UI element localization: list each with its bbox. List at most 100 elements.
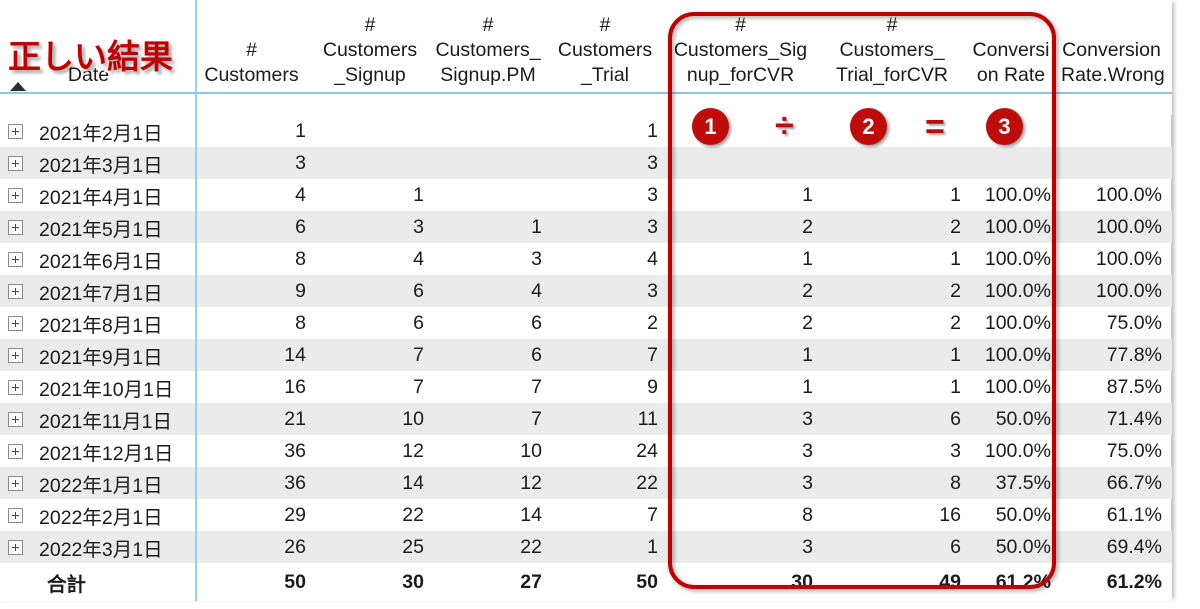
expand-row-icon[interactable] (8, 315, 23, 331)
total-signup-forcvr: 30 (668, 563, 823, 601)
cell-date-label: 2022年2月1日 (39, 506, 163, 529)
expand-row-icon[interactable] (8, 155, 23, 171)
cell-signup-pm: 3 (531, 247, 542, 270)
expand-row-icon[interactable] (8, 539, 23, 555)
cell-signup-forcvr: 3 (668, 531, 823, 563)
cell-date[interactable]: 2021年6月1日 (0, 243, 197, 275)
cell-date[interactable]: 2021年7月1日 (0, 275, 197, 307)
annotation-spacer-cells (196, 93, 1172, 115)
cell-date[interactable]: 2021年9月1日 (0, 339, 197, 371)
cell-signup-forcvr: 3 (802, 439, 813, 462)
total-trial: 50 (552, 563, 668, 601)
cell-signup (316, 147, 434, 179)
cell-trial: 7 (552, 339, 668, 371)
expand-row-icon[interactable] (8, 347, 23, 363)
cell-trial: 1 (552, 531, 668, 563)
cell-signup-forcvr: 1 (802, 183, 813, 206)
cell-date[interactable]: 2021年8月1日 (0, 307, 197, 339)
table-row[interactable]: 2021年3月1日 3 3 (0, 147, 1172, 179)
expand-row-icon[interactable] (8, 475, 23, 491)
cell-date-label: 2021年8月1日 (39, 314, 163, 337)
table-row[interactable]: 2021年6月1日 8 4 3 4 1 1 100.0% 100.0% (0, 243, 1172, 275)
cell-date[interactable]: 2021年12月1日 (0, 435, 197, 467)
cell-signup-forcvr: 3 (668, 467, 823, 499)
table-row[interactable]: 2021年10月1日 16 7 7 9 1 1 100.0% 87.5% (0, 371, 1172, 403)
column-header-conversion-rate[interactable]: Conversi on Rate (971, 0, 1061, 94)
cell-signup-forcvr: 2 (668, 211, 823, 243)
cell-date[interactable]: 2021年11月1日 (0, 403, 197, 435)
cell-date[interactable]: 2022年1月1日 (0, 467, 197, 499)
table-row[interactable]: 2021年7月1日 9 6 4 3 2 2 100.0% 100.0% (0, 275, 1172, 307)
cell-date[interactable]: 2022年3月1日 (0, 531, 197, 563)
expand-row-icon[interactable] (8, 443, 23, 459)
expand-row-icon[interactable] (8, 251, 23, 267)
cell-signup-pm: 6 (434, 339, 552, 371)
cell-date[interactable]: 2021年5月1日 (0, 211, 197, 243)
cell-date[interactable]: 2022年2月1日 (0, 499, 197, 531)
table-row[interactable]: 2022年2月1日 29 22 14 7 8 16 50.0% 61.1% (0, 499, 1172, 531)
expand-row-icon[interactable] (8, 507, 23, 523)
header-row: Date # Customers # Customers _Signup # C… (0, 0, 1172, 94)
table-row[interactable]: 2021年4月1日 4 1 3 1 1 100.0% 100.0% (0, 179, 1172, 211)
expand-row-icon[interactable] (8, 283, 23, 299)
divide-icon: ÷ (775, 107, 794, 145)
cell-conversion-rate: 100.0% (971, 339, 1061, 371)
cell-date-label: 2022年3月1日 (39, 538, 163, 561)
cell-customers: 9 (196, 275, 316, 307)
cell-signup: 22 (402, 503, 424, 526)
cell-signup-pm: 7 (531, 375, 542, 398)
annotation-badge-3: 3 (986, 108, 1023, 145)
expand-row-icon[interactable] (8, 379, 23, 395)
table-row[interactable]: 2021年9月1日 14 7 6 7 1 1 100.0% 77.8% (0, 339, 1172, 371)
cell-conversion-rate: 100.0% (984, 247, 1051, 270)
cell-trial: 9 (647, 375, 658, 398)
column-header-customers-signup[interactable]: # Customers _Signup (316, 0, 434, 94)
column-header-conversion-rate-wrong[interactable]: Conversion Rate.Wrong (1061, 0, 1172, 94)
column-header-customers-signup-pm[interactable]: # Customers_ Signup.PM (434, 0, 552, 94)
column-header-customers-trial[interactable]: # Customers _Trial (552, 0, 668, 94)
sort-ascending-icon[interactable] (10, 82, 26, 91)
cell-date[interactable]: 2021年10月1日 (0, 371, 197, 403)
cell-trial-forcvr: 2 (823, 275, 971, 307)
table-row[interactable]: 2022年1月1日 36 14 12 22 3 8 37.5% 66.7% (0, 467, 1172, 499)
total-conversion-rate: 61.2% (971, 563, 1061, 601)
cell-customers: 1 (295, 119, 306, 142)
cell-conversion-rate: 100.0% (984, 183, 1051, 206)
cell-customers: 26 (196, 531, 316, 563)
table-row[interactable]: 2021年8月1日 8 6 6 2 2 2 100.0% 75.0% (0, 307, 1172, 339)
table-row[interactable]: 2021年12月1日 36 12 10 24 3 3 100.0% 75.0% (0, 435, 1172, 467)
cell-customers: 16 (284, 375, 306, 398)
expand-row-icon[interactable] (8, 219, 23, 235)
cell-signup-pm: 7 (434, 403, 552, 435)
cell-customers: 21 (196, 403, 316, 435)
column-header-customers[interactable]: # Customers (196, 0, 316, 94)
cell-trial: 3 (552, 211, 668, 243)
cell-trial-forcvr: 1 (950, 247, 961, 270)
expand-row-icon[interactable] (8, 411, 23, 427)
cell-date[interactable]: 2021年4月1日 (0, 179, 197, 211)
cell-signup-forcvr: 1 (668, 339, 823, 371)
cell-trial-forcvr: 3 (950, 439, 961, 462)
cell-date-label: 2021年3月1日 (39, 154, 163, 177)
column-header-customers-signup-forcvr[interactable]: # Customers_Sig nup_forCVR (668, 0, 823, 94)
cell-customers: 14 (196, 339, 316, 371)
column-header-customers-trial-forcvr[interactable]: # Customers_ Trial_forCVR (823, 0, 971, 94)
cell-signup-pm: 4 (434, 275, 552, 307)
cell-signup-pm: 12 (434, 467, 552, 499)
cell-signup: 6 (413, 311, 424, 334)
expand-row-icon[interactable] (8, 187, 23, 203)
cell-signup: 12 (402, 439, 424, 462)
cell-date[interactable]: 2021年3月1日 (0, 147, 197, 179)
table-row[interactable]: 2021年5月1日 6 3 1 3 2 2 100.0% 100.0% (0, 211, 1172, 243)
cell-conversion-rate-wrong: 100.0% (1061, 275, 1172, 307)
cell-trial-forcvr: 6 (823, 531, 971, 563)
cell-date-label: 2021年12月1日 (39, 442, 174, 465)
cell-date-label: 2021年11月1日 (39, 410, 172, 433)
expand-row-icon[interactable] (8, 123, 23, 139)
cell-signup-pm: 6 (531, 311, 542, 334)
table-row[interactable]: 2022年3月1日 26 25 22 1 3 6 50.0% 69.4% (0, 531, 1172, 563)
cell-date[interactable]: 2021年2月1日 (0, 115, 197, 147)
cell-conversion-rate: 50.0% (971, 531, 1061, 563)
table-row[interactable]: 2021年11月1日 21 10 7 11 3 6 50.0% 71.4% (0, 403, 1172, 435)
total-row: 合計 50 30 27 50 30 49 61.2% 61.2% (0, 563, 1172, 601)
